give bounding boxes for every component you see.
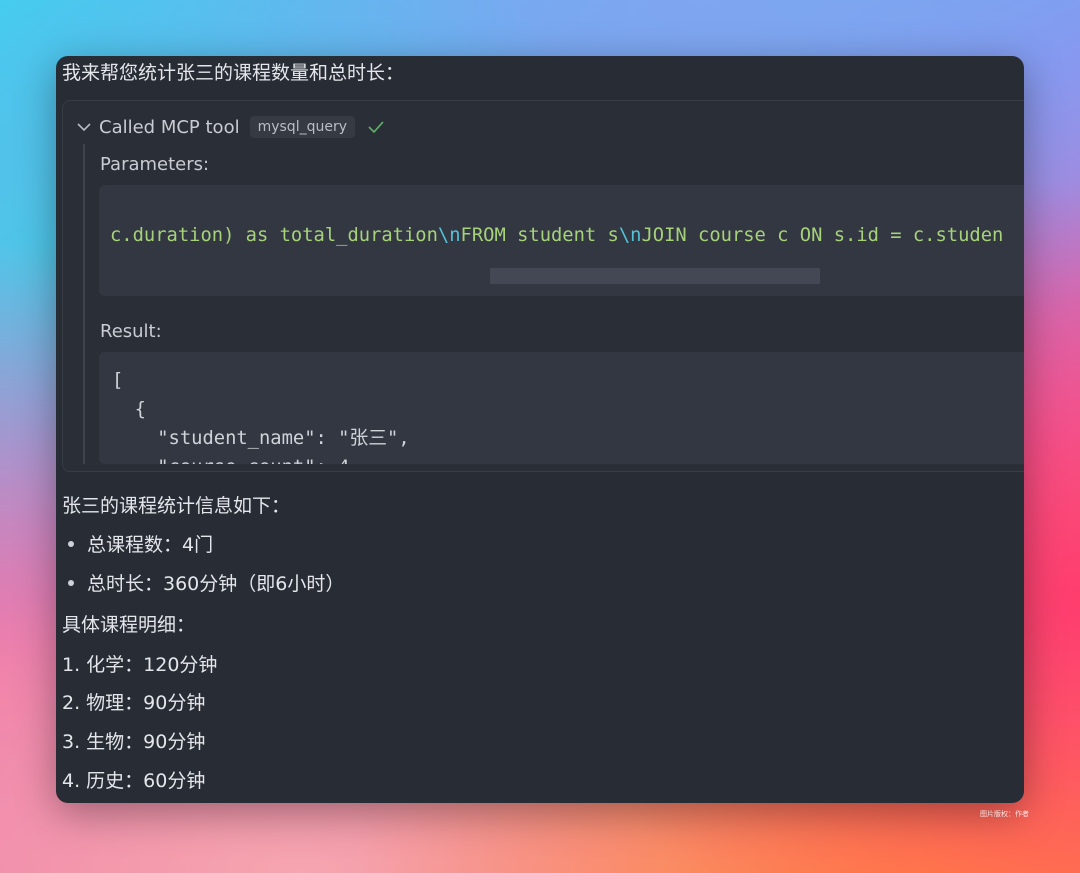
bullet-item: 总时长：360分钟（即6小时）: [68, 569, 344, 596]
bullet-item: 总课程数：4门: [68, 530, 213, 557]
check-icon: [367, 118, 385, 136]
horizontal-scrollbar[interactable]: [490, 268, 820, 284]
chat-panel: 我来帮您统计张三的课程数量和总时长： Called MCP tool mysql…: [56, 56, 1024, 803]
chevron-down-icon[interactable]: [75, 118, 93, 136]
tool-call-rail: [83, 144, 85, 464]
bullet-text: 总时长：360分钟（即6小时）: [87, 569, 344, 596]
bullet-text: 总课程数：4门: [87, 530, 213, 557]
code-escape-token: \n: [438, 225, 461, 246]
tool-call-card: Called MCP tool mysql_query Parameters: …: [62, 100, 1024, 472]
watermark: 图片版权：作者: [980, 809, 1029, 819]
detail-item: 4. 历史：60分钟: [62, 766, 205, 793]
bullet-dot: [68, 541, 74, 547]
code-token: JOIN course c ON s.id = c.studen: [641, 225, 1003, 246]
result-code-block[interactable]: [ { "student_name": "张三", "course_count"…: [99, 352, 1024, 464]
detail-title: 具体课程明细：: [62, 610, 195, 637]
detail-item: 1. 化学：120分钟: [62, 650, 217, 677]
tool-call-title: Called MCP tool: [99, 117, 240, 138]
intro-text: 我来帮您统计张三的课程数量和总时长：: [62, 58, 404, 85]
tool-name-badge: mysql_query: [250, 116, 355, 138]
result-json: [ { "student_name": "张三", "course_count"…: [112, 366, 410, 464]
parameters-code-line: c.duration) as total_duration\nFROM stud…: [110, 225, 1003, 246]
code-token: FROM student s: [461, 225, 619, 246]
detail-item: 2. 物理：90分钟: [62, 688, 205, 715]
parameters-label: Parameters:: [100, 154, 209, 175]
tool-call-header[interactable]: Called MCP tool mysql_query: [75, 115, 385, 139]
result-label: Result:: [100, 321, 162, 342]
code-escape-token: \n: [619, 225, 642, 246]
code-token: c.duration) as total_duration: [110, 225, 438, 246]
summary-title: 张三的课程统计信息如下：: [62, 491, 290, 518]
detail-item: 3. 生物：90分钟: [62, 727, 205, 754]
bullet-dot: [68, 580, 74, 586]
parameters-code-block[interactable]: c.duration) as total_duration\nFROM stud…: [99, 185, 1024, 296]
